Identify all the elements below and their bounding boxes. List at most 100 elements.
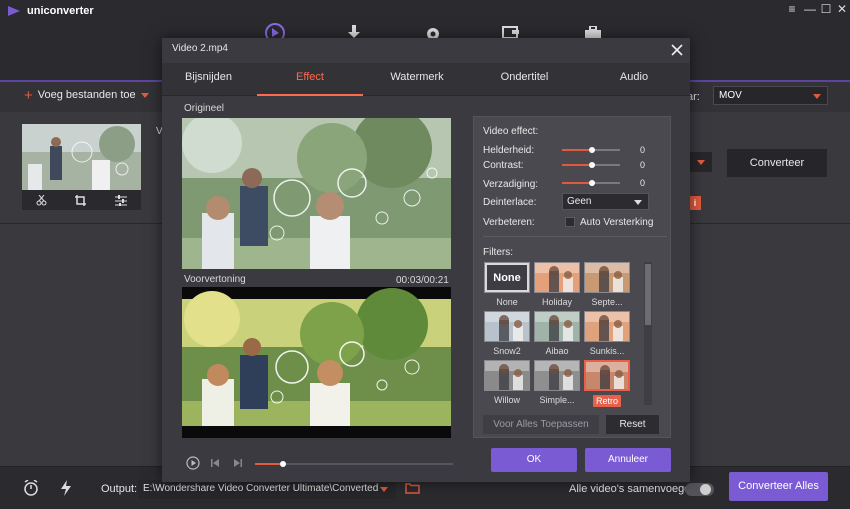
chevron-down-icon xyxy=(813,94,821,99)
filter-name: Snow2 xyxy=(493,346,521,356)
brightness-slider[interactable] xyxy=(562,147,620,153)
output-path-select[interactable]: E:\Wondershare Video Converter Ultimate\… xyxy=(138,480,396,499)
ok-button[interactable]: OK xyxy=(491,448,577,472)
cancel-button[interactable]: Annuleer xyxy=(585,448,671,472)
play-icon[interactable] xyxy=(186,456,200,470)
previous-frame-icon[interactable] xyxy=(211,459,220,467)
filter-thumbnail xyxy=(584,262,630,293)
auto-enhance-label: Auto Versterking xyxy=(580,217,654,228)
deinterlace-value: Geen xyxy=(567,196,592,207)
reset-button[interactable]: Reset xyxy=(606,415,659,434)
merge-toggle[interactable] xyxy=(685,483,714,496)
thumbnail-tools xyxy=(22,190,141,210)
filter-item[interactable]: Septe... xyxy=(584,262,630,307)
video-effect-label: Video effect: xyxy=(483,126,539,137)
saturation-value: 0 xyxy=(640,178,646,188)
filter-thumbnail: None xyxy=(484,262,530,293)
next-frame-icon[interactable] xyxy=(233,459,242,467)
minimize-icon[interactable]: — xyxy=(804,3,816,15)
filter-item[interactable]: Retro xyxy=(584,360,630,407)
saturation-handle[interactable] xyxy=(589,180,595,186)
contrast-label: Contrast: xyxy=(483,160,524,171)
chevron-down-icon xyxy=(380,487,388,492)
filter-thumbnail xyxy=(484,311,530,342)
folder-icon[interactable] xyxy=(405,482,420,494)
filter-thumbnail xyxy=(584,311,630,342)
add-files-button[interactable]: + Voeg bestanden toe xyxy=(24,86,149,104)
file-thumbnail[interactable] xyxy=(22,124,141,190)
brightness-handle[interactable] xyxy=(589,147,595,153)
tab-bar: Bijsnijden Effect Watermerk Ondertitel A… xyxy=(162,63,690,96)
dialog-title: Video 2.mp4 xyxy=(172,43,228,54)
saturation-slider[interactable] xyxy=(562,180,620,186)
contrast-slider[interactable] xyxy=(562,162,620,168)
filter-item[interactable]: Snow2 xyxy=(484,311,530,356)
apply-to-all-button[interactable]: Voor Alles Toepassen xyxy=(483,415,599,434)
tab-crop[interactable]: Bijsnijden xyxy=(162,63,255,96)
transfer-icon[interactable] xyxy=(502,26,520,38)
chevron-down-icon xyxy=(634,200,642,205)
effects-icon[interactable] xyxy=(114,194,127,206)
convert-button[interactable]: Converteer xyxy=(727,149,827,177)
output-path-value: E:\Wondershare Video Converter Ultimate\… xyxy=(143,483,379,494)
chevron-down-icon xyxy=(697,160,705,165)
target-format-dropdown[interactable] xyxy=(690,152,712,172)
brightness-value: 0 xyxy=(640,145,646,155)
close-app-icon[interactable]: ✕ xyxy=(836,3,848,15)
filter-name: Willow xyxy=(494,395,520,405)
download-icon[interactable] xyxy=(347,25,361,38)
filter-name: Holiday xyxy=(541,297,572,307)
tab-subtitle[interactable]: Ondertitel xyxy=(471,63,578,96)
convert-all-button[interactable]: Converteer Alles xyxy=(729,472,828,501)
playback-slider[interactable] xyxy=(255,461,453,467)
playback-handle[interactable] xyxy=(279,461,286,467)
scrollbar-thumb[interactable] xyxy=(645,264,651,325)
filter-thumbnail xyxy=(484,360,530,391)
effect-dialog: Video 2.mp4 Bijsnijden Effect Watermerk … xyxy=(162,38,690,482)
chevron-down-icon[interactable] xyxy=(140,92,149,98)
output-format-select[interactable]: MOV xyxy=(713,86,828,105)
filter-item[interactable]: Simple... xyxy=(534,360,580,405)
time-readout: 00:03/00:21 xyxy=(396,275,449,286)
convert-icon[interactable] xyxy=(264,22,286,38)
contrast-handle[interactable] xyxy=(589,162,595,168)
brightness-label: Helderheid: xyxy=(483,145,535,156)
maximize-icon[interactable]: ☐ xyxy=(820,3,832,15)
filter-thumbnail xyxy=(584,360,630,391)
timer-icon[interactable] xyxy=(23,480,39,496)
filters-label: Filters: xyxy=(483,247,513,258)
tab-watermark[interactable]: Watermerk xyxy=(363,63,471,96)
filter-name: None xyxy=(496,297,518,307)
filter-item[interactable]: None None xyxy=(484,262,530,307)
auto-enhance-checkbox[interactable] xyxy=(565,217,575,227)
filter-scrollbar[interactable] xyxy=(644,262,652,405)
filter-item[interactable]: Aibao xyxy=(534,311,580,356)
tab-effect[interactable]: Effect xyxy=(257,63,363,96)
toolbox-icon[interactable] xyxy=(584,26,602,38)
filter-thumbnail xyxy=(534,262,580,293)
filter-item[interactable]: Sunkis... xyxy=(584,311,630,356)
tab-audio[interactable]: Audio xyxy=(578,63,690,96)
filter-item[interactable]: Holiday xyxy=(534,262,580,307)
filter-name: Simple... xyxy=(539,395,575,405)
lightning-icon[interactable] xyxy=(60,480,72,496)
merge-label: Alle video's samenvoegen xyxy=(569,483,697,495)
crop-icon[interactable] xyxy=(75,194,87,206)
playback-progress xyxy=(255,463,283,465)
saturation-label: Verzadiging: xyxy=(483,179,539,190)
slider-fill xyxy=(562,149,592,151)
add-files-label: Voeg bestanden toe xyxy=(37,89,136,101)
improve-label: Verbeteren: xyxy=(483,217,535,228)
scissors-icon[interactable] xyxy=(36,194,47,206)
deinterlace-label: Deinterlace: xyxy=(483,197,537,208)
filter-item[interactable]: Willow xyxy=(484,360,530,405)
plus-icon: + xyxy=(24,86,33,104)
info-badge[interactable]: i xyxy=(689,196,701,210)
deinterlace-select[interactable]: Geen xyxy=(562,193,649,210)
menu-icon[interactable]: ≡ xyxy=(786,3,798,15)
close-icon[interactable] xyxy=(670,43,684,57)
output-label: Output: xyxy=(101,483,138,495)
record-icon[interactable] xyxy=(426,27,440,38)
original-label: Origineel xyxy=(184,103,225,114)
divider xyxy=(483,236,667,237)
